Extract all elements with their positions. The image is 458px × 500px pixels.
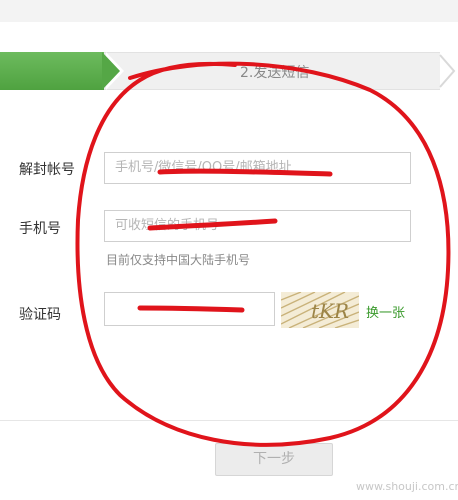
refresh-captcha-link[interactable]: 换一张 bbox=[366, 302, 405, 321]
step-progress-bar: 2.发送短信 bbox=[0, 52, 458, 90]
step-chevron-icon bbox=[439, 54, 456, 88]
next-button[interactable]: 下一步 bbox=[215, 443, 333, 476]
step-2-label: 2.发送短信 bbox=[240, 65, 310, 81]
phone-input[interactable]: 可收短信的手机号 bbox=[104, 210, 411, 242]
captcha-label: 验证码 bbox=[19, 307, 61, 323]
watermark: www.shouji.com.cn bbox=[356, 480, 458, 493]
captcha-input[interactable] bbox=[104, 292, 275, 326]
phone-label: 手机号 bbox=[19, 221, 61, 237]
captcha-text: tKR bbox=[311, 299, 349, 323]
account-label: 解封帐号 bbox=[19, 162, 75, 178]
top-bar bbox=[0, 0, 458, 22]
captcha-image[interactable]: tKR bbox=[281, 292, 359, 328]
step-1-arrow bbox=[102, 52, 120, 90]
footer-divider bbox=[0, 420, 458, 421]
account-input[interactable]: 手机号/微信号/QQ号/邮箱地址 bbox=[104, 152, 411, 184]
phone-hint: 目前仅支持中国大陆手机号 bbox=[106, 253, 251, 267]
step-1-active bbox=[0, 52, 104, 90]
